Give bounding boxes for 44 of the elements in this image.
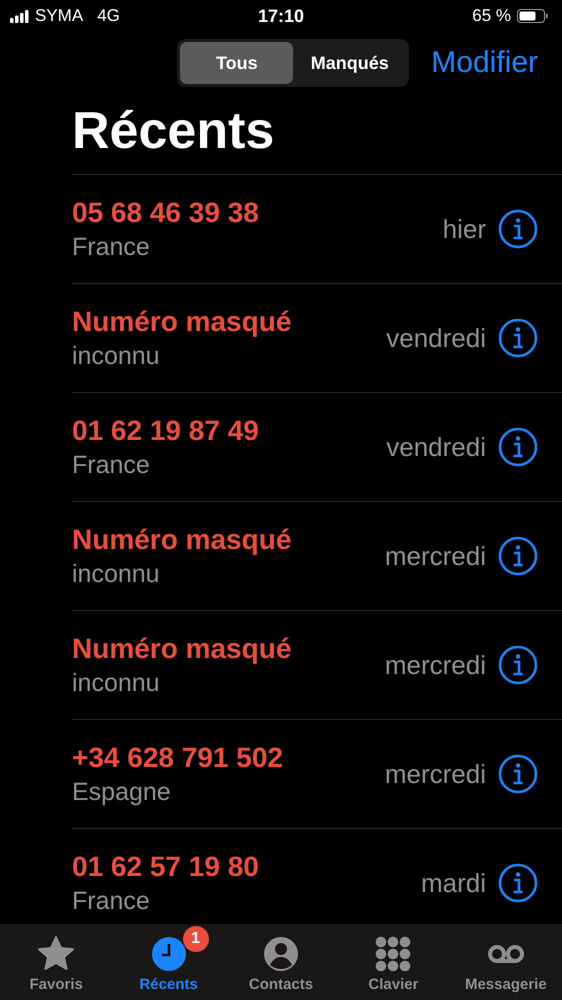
call-date: hier [442, 214, 486, 244]
caller-name: Numéro masqué [72, 524, 292, 556]
caller-name: Numéro masqué [72, 632, 292, 664]
caller-name: 05 68 46 39 38 [72, 196, 259, 228]
call-date: mercredi [384, 758, 486, 790]
call-date: mardi [420, 868, 486, 898]
tab-bar-item[interactable]: Favoris [0, 928, 112, 1000]
caller-location: France [72, 886, 150, 916]
info-button[interactable] [498, 863, 538, 903]
tab-bar-item[interactable]: Messagerie [450, 928, 562, 1000]
caller-location: inconnu [72, 342, 160, 370]
call-date: vendredi [386, 432, 486, 462]
notification-badge: 1 [182, 926, 209, 952]
tab-bar-item[interactable]: Clavier [337, 928, 450, 1000]
call-date: mercredi [384, 540, 486, 572]
signal-icon [10, 9, 29, 23]
page-title: Récents [72, 101, 276, 162]
caller-location: France [72, 232, 150, 262]
battery-icon [517, 9, 548, 23]
carrier-name: SYMA [35, 6, 84, 26]
caller-location: France [72, 450, 150, 480]
edit-button[interactable]: Modifier [431, 46, 538, 80]
tab-bar-item[interactable]: 1 Récents [112, 928, 225, 1000]
caller-name: 01 62 57 19 80 [72, 850, 259, 882]
caller-name: +34 628 791 502 [72, 742, 283, 774]
caller-location: inconnu [72, 668, 160, 698]
tab-bar-item[interactable]: Contacts [224, 928, 338, 1000]
segment-tab[interactable]: Manqués [293, 42, 406, 84]
caller-name: Numéro masqué [72, 306, 292, 338]
info-button[interactable] [498, 645, 538, 685]
segment-tab[interactable]: Tous [180, 42, 294, 84]
caller-location: Espagne [72, 778, 171, 806]
info-button[interactable] [498, 536, 538, 576]
caller-name: 01 62 19 87 49 [72, 414, 259, 446]
info-button[interactable] [498, 318, 538, 358]
info-button[interactable] [498, 427, 538, 467]
battery-percentage: 65 % [472, 6, 511, 26]
caller-location: inconnu [72, 560, 160, 588]
info-button[interactable] [498, 209, 538, 249]
call-date: vendredi [386, 322, 486, 354]
info-button[interactable] [498, 754, 538, 794]
call-date: mercredi [384, 650, 486, 680]
status-time: 17:10 [258, 6, 304, 26]
network-type: 4G [97, 6, 120, 26]
